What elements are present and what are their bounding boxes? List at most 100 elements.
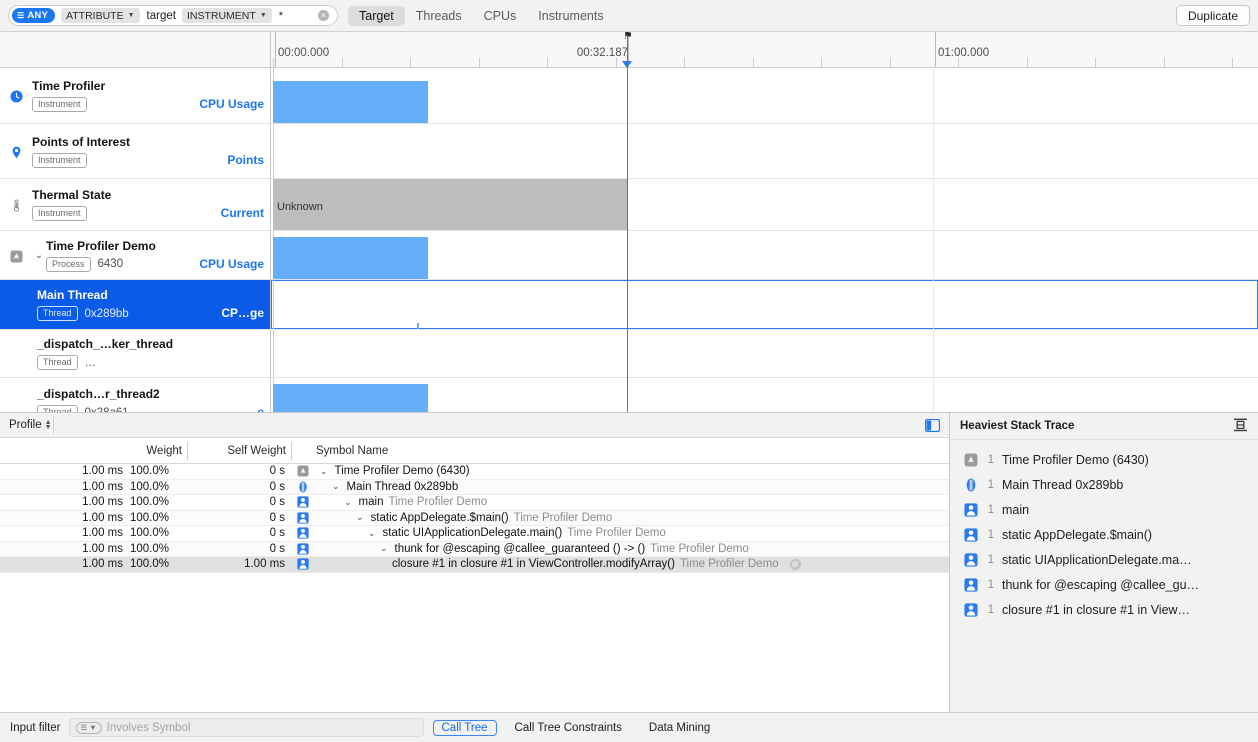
profile-selector[interactable]: Profile ▲ ▼ bbox=[9, 419, 52, 431]
stack-frame-label: closure #1 in closure #1 in View… bbox=[1002, 602, 1191, 617]
lane-gridline bbox=[627, 68, 628, 123]
lane-1[interactable] bbox=[271, 124, 1258, 179]
attribute-token[interactable]: ATTRIBUTE ▼ bbox=[61, 8, 140, 23]
cpu-usage-bar bbox=[273, 237, 428, 279]
stack-frame-row[interactable]: 1 main bbox=[950, 497, 1258, 522]
ruler-minor-tick bbox=[753, 58, 754, 67]
lane-0[interactable] bbox=[271, 68, 1258, 124]
track-row-time-profiler-demo[interactable]: ⌄ Time Profiler Demo Process 6430 CPU Usage bbox=[0, 231, 271, 280]
cell-weight: 1.00 ms bbox=[82, 496, 123, 509]
any-chip[interactable]: ☰ ANY bbox=[12, 8, 56, 23]
table-row[interactable]: 1.00 ms 100.0% 1.00 ms closure #1 in closur… bbox=[0, 557, 949, 573]
disclosure-triangle-icon[interactable]: ⌄ bbox=[356, 512, 364, 523]
stack-frame-row[interactable]: 1 static AppDelegate.$main() bbox=[950, 522, 1258, 547]
cell-self-weight: 0 s bbox=[269, 511, 285, 524]
ruler-minor-tick bbox=[342, 58, 343, 67]
tab-cpus[interactable]: CPUs bbox=[473, 6, 528, 26]
track-type-badge: Instrument bbox=[32, 206, 87, 221]
call-tree-constraints-button[interactable]: Call Tree Constraints bbox=[506, 720, 631, 736]
track-row-thermal-state[interactable]: Thermal State Instrument Current bbox=[0, 179, 271, 231]
input-filter-field[interactable]: ☰ ▼ Involves Symbol bbox=[68, 718, 424, 737]
stack-frame-row[interactable]: 1 Main Thread 0x289bb bbox=[950, 472, 1258, 497]
toggle-sidebar-icon[interactable] bbox=[925, 418, 940, 432]
tab-instruments[interactable]: Instruments bbox=[527, 6, 614, 26]
input-filter-label: Input filter bbox=[10, 721, 61, 734]
track-title: _dispatch_…ker_thread bbox=[37, 337, 174, 351]
chevron-up-down-icon: ▲ ▼ bbox=[44, 419, 52, 431]
input-filter-placeholder: Involves Symbol bbox=[106, 721, 191, 734]
stack-frame-row[interactable]: 1 static UIApplicationDelegate.ma… bbox=[950, 547, 1258, 572]
track-badge-line: Instrument bbox=[32, 206, 215, 221]
disclosure-triangle-icon[interactable]: ⌄ bbox=[320, 466, 328, 477]
lane-5[interactable] bbox=[271, 330, 1258, 378]
lane-4[interactable] bbox=[271, 280, 1258, 330]
person-icon bbox=[964, 577, 978, 592]
lane-gridline bbox=[273, 124, 274, 178]
tab-target[interactable]: Target bbox=[348, 5, 405, 26]
focus-button[interactable]: ⊕ bbox=[789, 558, 801, 570]
table-row[interactable]: 1.00 ms 100.0% 0 s ⌄ thunk for @escaping @ca… bbox=[0, 541, 949, 557]
duplicate-button[interactable]: Duplicate bbox=[1175, 5, 1250, 26]
track-row-dispatch-r-thread2[interactable]: _dispatch…r_thread2 Thread 0x28a61 …e bbox=[0, 378, 271, 412]
lane-gridline bbox=[273, 330, 274, 377]
instruments-window: ☰ ANY ATTRIBUTE ▼ target INSTRUMENT ▼ * … bbox=[0, 0, 1258, 742]
disclosure-triangle-icon[interactable]: ⌄ bbox=[332, 481, 340, 492]
clear-filter-button[interactable]: × bbox=[318, 10, 329, 21]
table-row[interactable]: 1.00 ms 100.0% 0 s ⌄ static AppDelegate.$mai… bbox=[0, 510, 949, 526]
column-header-weight-label: Weight bbox=[146, 444, 182, 457]
table-row[interactable]: 1.00 ms 100.0% 0 s ⌄ Main Thread 0x289bb bbox=[0, 479, 949, 495]
column-header-symbol-name[interactable]: Symbol Name bbox=[292, 438, 949, 464]
instrument-token[interactable]: INSTRUMENT ▼ bbox=[181, 8, 272, 23]
inspection-filter-field[interactable]: ☰ ANY ATTRIBUTE ▼ target INSTRUMENT ▼ * … bbox=[8, 5, 338, 26]
ruler-minor-tick bbox=[410, 58, 411, 67]
cell-icon bbox=[292, 527, 314, 539]
column-header-self-weight[interactable]: Self Weight bbox=[188, 438, 292, 464]
track-badge-line: Thread 0x28a61 bbox=[37, 405, 239, 412]
cell-self-weight: 0 s bbox=[269, 480, 285, 493]
cell-icon bbox=[292, 481, 314, 493]
disclosure-triangle-icon[interactable]: ⌄ bbox=[368, 528, 376, 539]
stack-frame-row[interactable]: 1 thunk for @escaping @callee_gu… bbox=[950, 572, 1258, 597]
symbol-name-text: static AppDelegate.$main() bbox=[370, 511, 509, 524]
collapse-stack-icon[interactable] bbox=[1233, 418, 1248, 435]
timeline-lanes[interactable]: 00:00.000 00:32.187 01:00.000 Unknown bbox=[271, 32, 1258, 412]
instrument-token-label: INSTRUMENT bbox=[186, 9, 256, 22]
table-row[interactable]: 1.00 ms 100.0% 0 s ⌄ static UIApplicationDel… bbox=[0, 526, 949, 542]
track-row-dispatch-ker-thread[interactable]: _dispatch_…ker_thread Thread… bbox=[0, 330, 271, 378]
thermal-state-band bbox=[273, 179, 628, 230]
track-type-badge: Instrument bbox=[32, 152, 87, 168]
lane-6[interactable] bbox=[271, 378, 1258, 412]
disclosure-triangle-icon[interactable]: ⌄ bbox=[380, 543, 388, 554]
table-row[interactable]: 1.00 ms 100.0% 0 s ⌄ main Time Profiler Demo bbox=[0, 495, 949, 511]
track-title: _dispatch…r_thread2 bbox=[37, 387, 160, 401]
track-text: _dispatch_…ker_thread Thread… bbox=[37, 337, 264, 370]
thread-icon bbox=[297, 481, 309, 493]
stack-frame-row[interactable]: 1 closure #1 in closure #1 in View… bbox=[950, 597, 1258, 622]
data-mining-button[interactable]: Data Mining bbox=[640, 720, 719, 736]
call-tree-rows[interactable]: 1.00 ms 100.0% 0 s ⌄ Time Profiler Demo (643… bbox=[0, 464, 949, 712]
ruler-minor-tick bbox=[890, 58, 891, 67]
call-tree-button[interactable]: Call Tree bbox=[432, 719, 497, 736]
stack-frame-row[interactable]: 1 Time Profiler Demo (6430) bbox=[950, 447, 1258, 472]
tab-threads[interactable]: Threads bbox=[405, 6, 473, 26]
stack-frame-count: 1 bbox=[987, 553, 994, 566]
track-row-time-profiler[interactable]: Time Profiler Instrument CPU Usage bbox=[0, 68, 271, 124]
column-header-weight[interactable]: Weight bbox=[0, 438, 188, 464]
track-row-points-of-interest[interactable]: Points of Interest Instrument Points bbox=[0, 124, 271, 179]
lane-3[interactable] bbox=[271, 231, 1258, 280]
person-icon bbox=[297, 496, 309, 508]
ruler-tick bbox=[935, 32, 936, 67]
filter-scope-chip[interactable]: ☰ ▼ bbox=[75, 721, 102, 734]
track-title: Time Profiler Demo bbox=[46, 238, 156, 253]
timeline-ruler[interactable]: 00:00.000 00:32.187 01:00.000 bbox=[271, 32, 1258, 68]
track-row-main-thread[interactable]: Main Thread Thread 0x289bb CP…ge bbox=[0, 280, 271, 330]
table-row[interactable]: 1.00 ms 100.0% 0 s ⌄ Time Profiler Demo (643… bbox=[0, 464, 949, 480]
chevron-down-icon[interactable]: ⌄ bbox=[32, 250, 46, 261]
pin-icon bbox=[10, 146, 23, 159]
filter-funnel-icon: ☰ bbox=[80, 723, 88, 732]
disclosure-triangle-icon[interactable]: ⌄ bbox=[344, 497, 352, 508]
cell-icon bbox=[292, 543, 314, 555]
lane-2[interactable]: Unknown bbox=[271, 179, 1258, 231]
symbol-name-text: thunk for @escaping @callee_guaranteed (… bbox=[394, 542, 646, 555]
symbol-name-text: static UIApplicationDelegate.main() bbox=[382, 527, 563, 540]
